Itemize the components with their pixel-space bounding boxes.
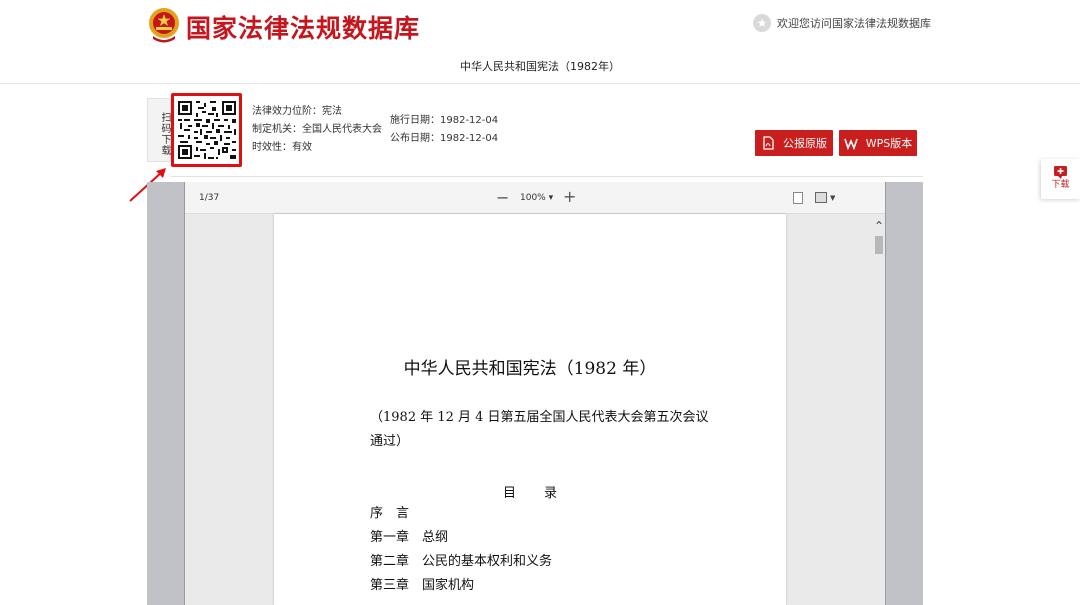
toc-item: 第二章 公民的基本权利和义务	[370, 554, 553, 569]
star-icon[interactable]: ★	[753, 14, 771, 32]
viewer-scrollbar[interactable]: ⌃	[873, 218, 885, 605]
welcome-text: 欢迎您访问国家法律法规数据库	[777, 17, 931, 30]
toc-item: 第三章 国家机构	[370, 578, 475, 593]
pdf-viewer: 1/37 − 100% ▾ + ▼ 中华人民共和国宪法（1982 年） （198…	[184, 182, 886, 605]
welcome-message: ★ 欢迎您访问国家法律法规数据库	[753, 14, 931, 32]
page-indicator: 1/37	[199, 193, 220, 203]
wps-version-button[interactable]: WPS版本	[839, 130, 917, 156]
divider	[171, 176, 923, 177]
wps-version-label: WPS版本	[865, 137, 913, 150]
qr-code	[176, 98, 238, 162]
publish-date: 公布日期：1982-12-04	[390, 133, 499, 144]
download-icon	[1053, 166, 1067, 179]
enacting-body: 制定机关：全国人民代表大会	[252, 124, 382, 135]
page-view-icon[interactable]	[793, 192, 803, 204]
scan-download-tab[interactable]: 扫码下载	[147, 98, 171, 162]
wps-icon	[843, 138, 858, 150]
save-menu-caret-icon[interactable]: ▼	[830, 194, 835, 202]
validity-status: 时效性：有效	[252, 142, 312, 153]
side-download-label: 下载	[1051, 180, 1070, 190]
zoom-value: 100%	[520, 193, 546, 203]
law-meta-right: 施行日期：1982-12-04 公布日期：1982-12-04	[390, 112, 498, 148]
document-title: 中华人民共和国宪法（1982年）	[0, 52, 1080, 84]
law-meta-left: 法律效力位阶：宪法 制定机关：全国人民代表大会 时效性：有效	[252, 103, 382, 157]
pdf-title: 中华人民共和国宪法（1982 年）	[403, 359, 657, 379]
toc-item: 序 言	[370, 506, 410, 521]
national-emblem-icon	[149, 8, 179, 43]
original-gazette-label: 公报原版	[783, 137, 827, 150]
zoom-out-button[interactable]: −	[496, 188, 509, 207]
original-gazette-button[interactable]: 公报原版	[755, 130, 833, 156]
toc-item: 第一章 总纲	[370, 530, 449, 545]
zoom-in-button[interactable]: +	[563, 187, 576, 206]
pdf-toc: 序 言 第一章 总纲 第二章 公民的基本权利和义务 第三章 国家机构	[370, 502, 552, 598]
pdf-toolbar: 1/37 − 100% ▾ + ▼	[185, 182, 885, 214]
site-header: 国家法律法规数据库 ★ 欢迎您访问国家法律法规数据库	[0, 0, 1080, 52]
effect-level: 法律效力位阶：宪法	[252, 106, 342, 117]
scroll-thumb[interactable]	[875, 236, 883, 254]
page: 国家法律法规数据库 ★ 欢迎您访问国家法律法规数据库 中华人民共和国宪法（198…	[0, 0, 1080, 605]
pdf-page: 中华人民共和国宪法（1982 年） （1982 年 12 月 4 日第五届全国人…	[274, 214, 786, 605]
zoom-level-select[interactable]: 100% ▾	[520, 193, 553, 203]
zoom-caret-icon: ▾	[548, 193, 554, 203]
pdf-icon	[763, 136, 774, 150]
pdf-adoption-note: （1982 年 12 月 4 日第五届全国人民代表大会第五次会议通过）	[370, 410, 709, 449]
side-download-button[interactable]: 下载	[1041, 159, 1080, 199]
effective-date: 施行日期：1982-12-04	[390, 115, 499, 126]
save-icon[interactable]	[815, 192, 827, 203]
pdf-toc-title: 目录	[502, 486, 585, 501]
scroll-up-icon[interactable]: ⌃	[874, 220, 884, 232]
site-title[interactable]: 国家法律法规数据库	[186, 9, 420, 45]
